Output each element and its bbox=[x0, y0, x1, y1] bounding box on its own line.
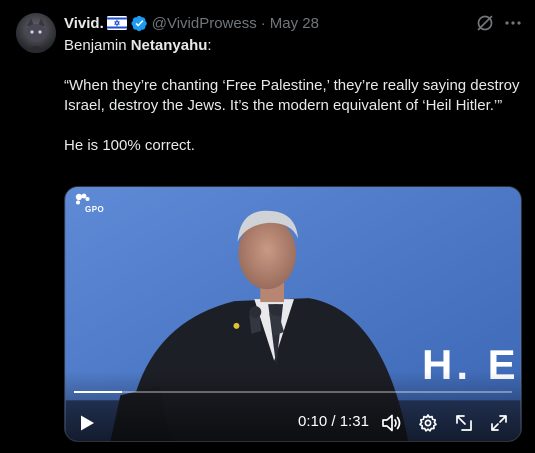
gpo-logo-text: GPO bbox=[85, 205, 105, 214]
author-handle[interactable]: @VividProwess bbox=[152, 15, 257, 32]
header-separator: · bbox=[260, 14, 266, 32]
avatar-image bbox=[16, 13, 56, 53]
post-header: Vivid. @VividProwess · May 28 bbox=[64, 13, 319, 33]
time-display: 0:10 / 1:31 bbox=[298, 413, 369, 430]
progress-fill bbox=[74, 391, 123, 393]
display-name[interactable]: Vivid. bbox=[64, 15, 104, 32]
more-icon[interactable] bbox=[503, 13, 523, 33]
pip-icon[interactable] bbox=[454, 413, 474, 433]
video-player[interactable]: GPO H. E. 0:10 / 1:31 bbox=[64, 186, 522, 442]
post-text: Benjamin Netanyahu: “When they’re chanti… bbox=[64, 36, 524, 156]
duration: 1:31 bbox=[339, 413, 369, 430]
post-text-intro: Benjamin Netanyahu: bbox=[64, 36, 524, 56]
current-time: 0:10 bbox=[298, 413, 328, 430]
intro-name: Netanyahu bbox=[130, 37, 208, 54]
intro-suffix: : bbox=[207, 37, 212, 54]
fullscreen-icon[interactable] bbox=[489, 413, 509, 433]
post-date[interactable]: May 28 bbox=[270, 15, 319, 32]
post-text-closing: He is 100% correct. bbox=[64, 137, 195, 154]
controls-overlay bbox=[65, 371, 521, 441]
intro-prefix: Benjamin bbox=[64, 37, 131, 54]
time-separator: / bbox=[327, 413, 340, 430]
verified-badge-icon bbox=[131, 15, 148, 32]
settings-icon[interactable] bbox=[418, 413, 438, 433]
avatar[interactable] bbox=[16, 13, 56, 53]
israel-flag-icon bbox=[106, 16, 127, 30]
post-text-quote: “When they’re chanting ‘Free Palestine,’… bbox=[64, 77, 520, 114]
progress-bar[interactable] bbox=[74, 391, 512, 393]
play-icon[interactable] bbox=[79, 414, 95, 432]
volume-icon[interactable] bbox=[381, 413, 403, 433]
grok-icon[interactable] bbox=[475, 13, 495, 33]
